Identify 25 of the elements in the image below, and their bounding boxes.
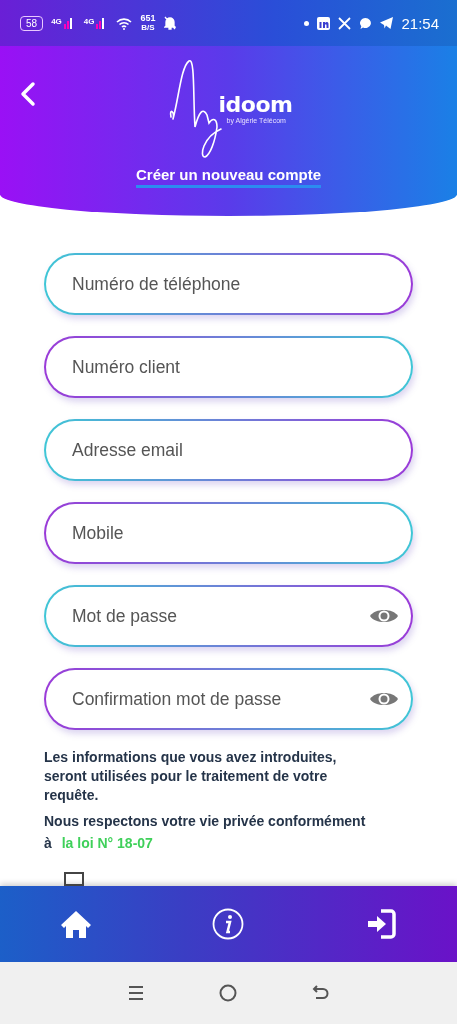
signal-indicator: 4G — [83, 17, 109, 29]
wifi-icon — [116, 16, 133, 30]
input-field[interactable]: Mobile — [44, 502, 413, 564]
input-field[interactable]: Adresse email — [44, 419, 413, 481]
paper-plane-icon — [380, 17, 394, 29]
input-field[interactable]: Numéro de téléphone — [44, 253, 413, 315]
privacy-text: Nous respectons votre vie privée conformément à la loi N° 18-07 — [44, 812, 367, 853]
input-field[interactable]: Numéro client — [44, 336, 413, 398]
law-link[interactable]: la loi N° 18-07 — [61, 835, 153, 851]
battery-indicator: 58 — [20, 15, 44, 31]
dot-icon — [304, 20, 310, 26]
logo-text: idoom — [218, 92, 293, 117]
chat-bubble-icon — [359, 16, 373, 30]
home-circle-icon[interactable] — [218, 983, 239, 1003]
network-speed: 651 B/S — [140, 14, 156, 32]
square-app-icon — [317, 16, 331, 30]
clock-time: 21:54 — [401, 14, 439, 32]
muted-bell-icon — [163, 16, 176, 30]
x-icon — [338, 16, 352, 30]
input-field[interactable]: Confirmation mot de passe — [44, 668, 413, 730]
page-title: Créer un nouveau compte — [135, 166, 321, 188]
notice-text: Les informations que vous avez introduites, seront utilisées pour le traitement de votre requête. — [44, 748, 338, 805]
signal-indicator: 4G — [51, 17, 76, 29]
info-icon[interactable] — [211, 907, 246, 941]
input-field[interactable]: Mot de passe — [44, 585, 413, 647]
